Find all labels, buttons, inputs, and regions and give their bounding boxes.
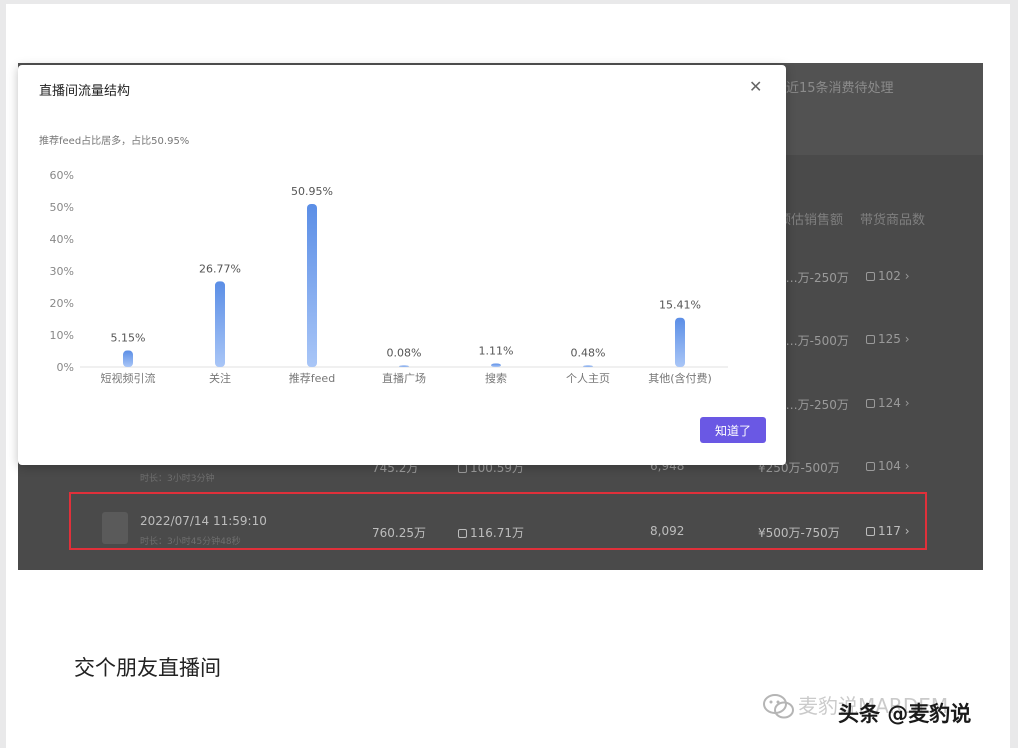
bar bbox=[123, 350, 133, 367]
traffic-structure-modal: 直播间流量结构 ✕ 推荐feed占比居多，占比50.95% 0% 10% 20% 30… bbox=[18, 65, 786, 465]
row1-sales-range: ¥…万-250万 bbox=[778, 271, 849, 285]
y-tick-label: 40% bbox=[50, 233, 74, 246]
bar-value-label: 50.95% bbox=[291, 185, 333, 198]
y-tick-label: 30% bbox=[50, 265, 74, 278]
y-tick-label: 20% bbox=[50, 297, 74, 310]
category-label: 短视频引流 bbox=[101, 371, 156, 385]
row4-goods[interactable]: 104 › bbox=[866, 459, 910, 473]
bag-icon bbox=[866, 399, 875, 408]
row2-goods[interactable]: 125 › bbox=[866, 332, 910, 346]
bag-icon bbox=[866, 272, 875, 281]
y-tick-label: 0% bbox=[57, 361, 74, 374]
category-label: 推荐feed bbox=[289, 371, 335, 385]
bar bbox=[491, 363, 501, 367]
highlight-box bbox=[69, 492, 927, 550]
bar-value-label: 15.41% bbox=[659, 299, 701, 312]
bar-value-label: 5.15% bbox=[111, 332, 146, 345]
header-sales-range: 预估销售额 bbox=[778, 213, 844, 228]
bar bbox=[215, 281, 225, 367]
bag-icon bbox=[866, 335, 875, 344]
row3-goods[interactable]: 124 › bbox=[866, 396, 910, 410]
category-label: 关注 bbox=[209, 371, 231, 385]
bar-value-label: 0.48% bbox=[571, 346, 606, 359]
category-label: 搜索 bbox=[485, 371, 507, 385]
bar bbox=[307, 203, 317, 367]
traffic-bar-chart: 0% 10% 20% 30% 40% 50% 60% 5.15% 短视频引流 26.77% 关注 5… bbox=[50, 169, 728, 385]
bar-value-label: 0.08% bbox=[387, 347, 422, 360]
category-label: 直播广场 bbox=[382, 371, 426, 385]
ok-button[interactable]: 知道了 bbox=[700, 417, 766, 443]
category-label: 个人主页 bbox=[566, 372, 610, 385]
bag-icon bbox=[866, 462, 875, 471]
close-icon[interactable]: ✕ bbox=[749, 77, 762, 96]
article-caption: 交个朋友直播间 bbox=[74, 656, 221, 680]
row1-goods[interactable]: 102 › bbox=[866, 269, 910, 283]
y-tick-label: 10% bbox=[50, 329, 74, 342]
wechat-icon bbox=[763, 694, 794, 719]
background-notice: 近15条消费待处理 bbox=[786, 81, 894, 96]
modal-title: 直播间流量结构 bbox=[39, 84, 131, 99]
bar-value-label: 1.11% bbox=[479, 344, 514, 357]
bar bbox=[583, 365, 593, 367]
receipt-icon bbox=[458, 464, 467, 473]
category-label: 其他(含付费) bbox=[648, 371, 712, 385]
y-tick-label: 50% bbox=[50, 201, 74, 214]
bar bbox=[675, 317, 685, 367]
header-goods-count: 带货商品数 bbox=[860, 213, 926, 228]
y-tick-label: 60% bbox=[50, 169, 74, 182]
modal-summary: 推荐feed占比居多，占比50.95% bbox=[39, 136, 190, 147]
bar-value-label: 26.77% bbox=[199, 262, 241, 275]
row2-sales-range: ¥…万-500万 bbox=[778, 334, 849, 348]
watermark-main-text: 头条 @麦豹说 bbox=[838, 702, 972, 726]
watermark: 麦豹说MARDEM 头条 @麦豹说 bbox=[762, 690, 992, 730]
bar bbox=[399, 365, 409, 367]
row4-duration: 时长：3小时3分钟 bbox=[140, 474, 215, 484]
row3-sales-range: ¥…万-250万 bbox=[778, 398, 849, 412]
